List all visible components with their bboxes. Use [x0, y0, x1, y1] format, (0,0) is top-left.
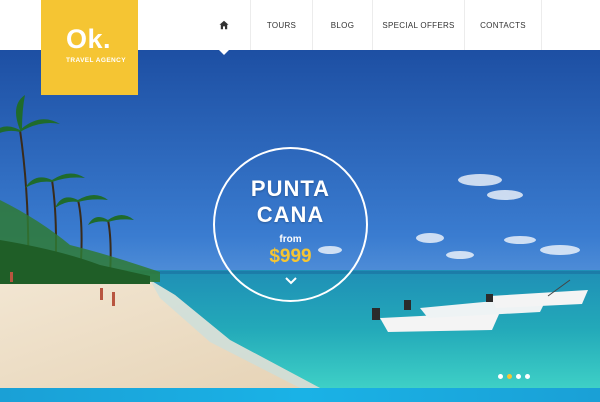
main-nav: TOURS BLOG SPECIAL OFFERS CONTACTS — [198, 0, 542, 55]
nav-home[interactable] — [198, 0, 250, 55]
page: TOURS BLOG SPECIAL OFFERS CONTACTS Ok. T… — [0, 0, 600, 402]
active-indicator — [219, 50, 229, 55]
offer-title-line2: CANA — [256, 202, 325, 227]
hero-slider: PUNTA CANA from $999 — [0, 50, 600, 388]
chevron-down-icon[interactable] — [284, 277, 297, 285]
home-icon — [219, 20, 229, 30]
nav-contacts[interactable]: CONTACTS — [464, 0, 542, 50]
slider-dot[interactable] — [498, 374, 503, 379]
brand-logo[interactable]: Ok. TRAVEL AGENCY — [41, 0, 138, 95]
featured-offer[interactable]: PUNTA CANA from $999 — [213, 147, 368, 302]
nav-blog-label: BLOG — [330, 20, 355, 30]
slider-dot-active[interactable] — [507, 374, 512, 379]
bottom-band — [0, 388, 600, 402]
nav-special-offers[interactable]: SPECIAL OFFERS — [372, 0, 464, 50]
slider-dot[interactable] — [525, 374, 530, 379]
nav-tours[interactable]: TOURS — [250, 0, 312, 50]
slider-dot[interactable] — [516, 374, 521, 379]
logo-tagline: TRAVEL AGENCY — [66, 57, 126, 64]
nav-blog[interactable]: BLOG — [312, 0, 372, 50]
nav-special-offers-label: SPECIAL OFFERS — [382, 20, 455, 30]
offer-title: PUNTA CANA — [215, 176, 366, 228]
offer-title-line1: PUNTA — [250, 176, 331, 201]
nav-tours-label: TOURS — [266, 20, 297, 30]
offer-from-label: from — [279, 234, 302, 245]
offer-price: $999 — [269, 246, 312, 267]
logo-mark: Ok. — [66, 24, 112, 54]
nav-contacts-label: CONTACTS — [480, 20, 526, 30]
slider-pagination — [498, 374, 530, 379]
